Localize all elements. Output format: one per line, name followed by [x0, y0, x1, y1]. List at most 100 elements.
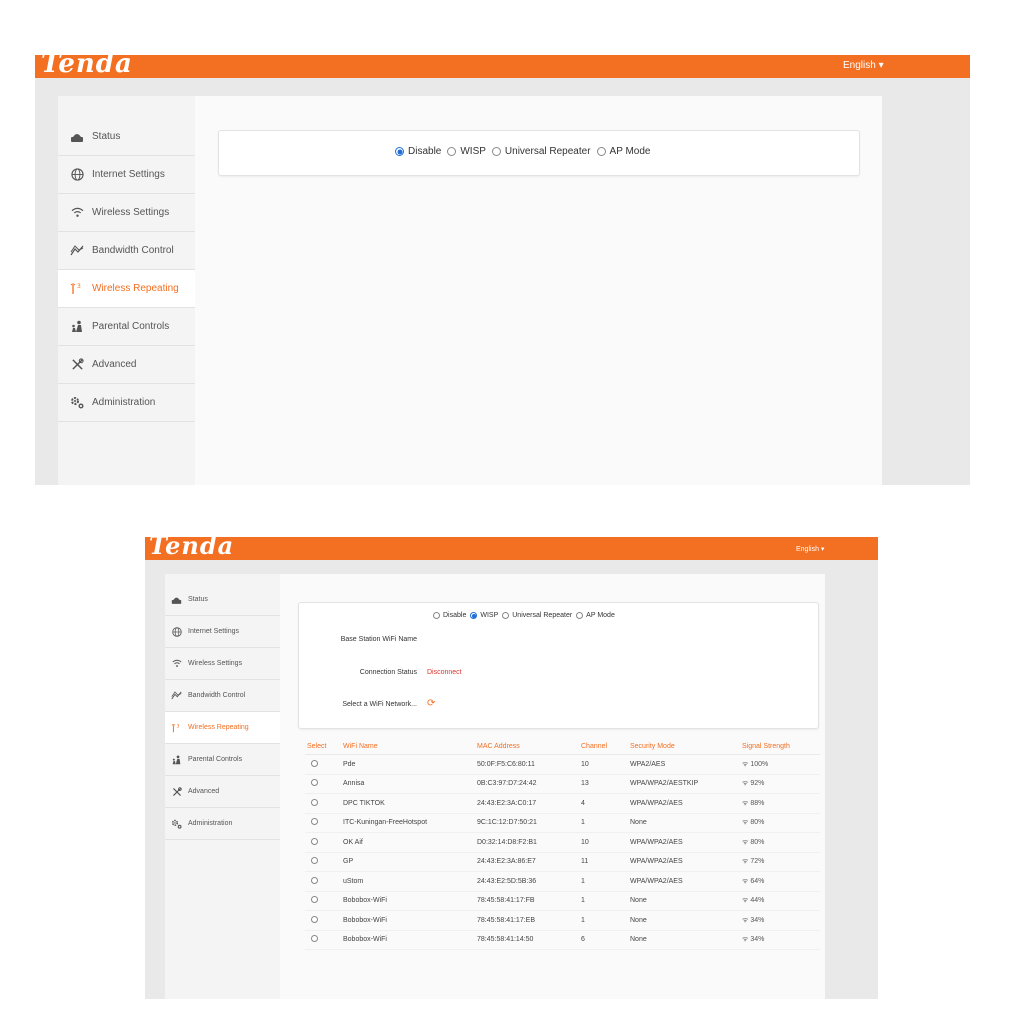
sidebar-item-parental-controls[interactable]: Parental Controls	[58, 308, 195, 346]
row-select-radio[interactable]	[311, 837, 318, 845]
radio-label-universal-repeater: Universal Repeater	[504, 146, 591, 157]
row-select-radio[interactable]	[311, 759, 318, 767]
channel: 6	[579, 930, 628, 950]
row-select-radio[interactable]	[311, 935, 318, 943]
mac-address: 78:45:58:41:17:EB	[475, 910, 579, 931]
table-row[interactable]: GP 24:43:E2:3A:86:E7 11 WPA/WPA2/AES ᯤ 72%	[305, 852, 820, 872]
security-mode: None	[628, 813, 740, 833]
row-select-radio[interactable]	[311, 896, 318, 904]
radio-universal-repeater[interactable]	[491, 147, 501, 156]
security-mode: None	[628, 891, 740, 911]
table-row[interactable]: Bobobox-WiFi 78:45:58:41:17:FB 1 None ᯤ 44%	[305, 891, 820, 911]
channel: 1	[579, 813, 628, 833]
sidebar-item-wireless-settings[interactable]: Wireless Settings	[165, 648, 280, 680]
security-mode: WPA2/AES	[628, 754, 740, 775]
main-panel: Status Internet Settings Wireless Settin…	[58, 96, 882, 485]
sidebar-item-label: Status	[188, 596, 208, 603]
channel: 1	[579, 910, 628, 931]
sidebar-item-bandwidth-control[interactable]: Bandwidth Control	[165, 680, 280, 712]
mac-address: 9C:1C:12:D7:50:21	[475, 813, 579, 833]
wifi-icon	[70, 206, 84, 220]
table-row[interactable]: Annisa 0B:C3:97:D7:24:42 13 WPA/WPA2/AESTKI…	[305, 774, 820, 794]
channel: 10	[579, 754, 628, 775]
radio-disable[interactable]	[395, 147, 404, 156]
sidebar-item-status[interactable]: Status	[58, 118, 195, 156]
table-row[interactable]: DPC TIKTOK 24:43:E2:3A:C0:17 4 WPA/WPA2/AES…	[305, 793, 820, 814]
sidebar-item-label: Administration	[92, 397, 156, 408]
sidebar-item-label: Advanced	[188, 788, 220, 795]
table-row[interactable]: Bobobox-WiFi 78:45:58:41:17:EB 1 None ᯤ 34%	[305, 910, 820, 931]
repeater-antenna-icon: 3	[70, 282, 84, 296]
sidebar-item-status[interactable]: Status	[165, 584, 280, 616]
sidebar-item-administration[interactable]: Administration	[165, 808, 280, 840]
mac-address: D0:32:14:D8:F2:B1	[475, 832, 579, 853]
row-select-radio[interactable]	[311, 915, 318, 923]
signal-strength: 64%	[750, 877, 765, 885]
table-row[interactable]: Bobobox-WiFi 78:45:58:41:14:50 6 None ᯤ 34%	[305, 930, 820, 950]
wifi-name: Bobobox-WiFi	[341, 930, 475, 950]
sidebar-item-wireless-settings[interactable]: Wireless Settings	[58, 194, 195, 232]
status-icon	[70, 130, 84, 144]
security-mode: WPA/WPA2/AESTKIP	[628, 774, 740, 794]
signal-strength: 34%	[750, 936, 765, 944]
sidebar-item-label: Wireless Repeating	[92, 283, 179, 294]
row-select-radio[interactable]	[311, 857, 318, 865]
row-select-radio[interactable]	[311, 798, 318, 806]
table-row[interactable]: uStom 24:43:E2:5D:5B:36 1 WPA/WPA2/AES ᯤ 64%	[305, 871, 820, 892]
language-selector[interactable]: English ▾	[843, 60, 884, 71]
sidebar-item-label: Parental Controls	[92, 321, 170, 332]
sidebar-item-advanced[interactable]: Advanced	[58, 346, 195, 384]
sidebar-item-wireless-repeating[interactable]: 3 Wireless Repeating	[58, 270, 195, 308]
security-mode: WPA/WPA2/AES	[628, 793, 740, 814]
table-row[interactable]: Pde 50:0F:F5:C6:80:11 10 WPA2/AES ᯤ 100%	[305, 754, 820, 775]
radio-label-wisp: WISP	[480, 612, 499, 619]
security-mode: WPA/WPA2/AES	[628, 871, 740, 892]
table-row[interactable]: OK Aif D0:32:14:D8:F2:B1 10 WPA/WPA2/AES ᯤ 8…	[305, 832, 820, 853]
channel: 13	[579, 774, 628, 794]
radio-wisp[interactable]	[470, 612, 478, 619]
language-selector[interactable]: English ▾	[796, 545, 824, 553]
sidebar-item-advanced[interactable]: Advanced	[165, 776, 280, 808]
sidebar-item-internet-settings[interactable]: Internet Settings	[165, 616, 280, 648]
radio-ap-mode[interactable]	[576, 612, 584, 619]
content-area: Disable WISP Universal Repeater AP Mode	[195, 96, 882, 485]
radio-disable[interactable]	[433, 612, 440, 619]
column-header-signal-strength: Signal Strength	[740, 738, 820, 755]
row-select-radio[interactable]	[311, 876, 318, 884]
sidebar-item-label: Bandwidth Control	[92, 245, 174, 256]
wifi-name: Annisa	[341, 774, 475, 794]
row-select-radio[interactable]	[311, 779, 318, 787]
signal-strength: 72%	[750, 858, 765, 866]
wifi-name: Bobobox-WiFi	[341, 910, 475, 931]
tools-icon	[171, 786, 182, 797]
mac-address: 0B:C3:97:D7:24:42	[475, 774, 579, 794]
select-network-label: Select a WiFi Network...	[342, 701, 417, 708]
sidebar-item-label: Wireless Settings	[92, 207, 170, 218]
gear-icon	[70, 396, 84, 410]
radio-label-wisp: WISP	[460, 146, 486, 157]
radio-wisp[interactable]	[447, 147, 457, 156]
sidebar-item-bandwidth-control[interactable]: Bandwidth Control	[58, 232, 195, 270]
bandwidth-icon	[171, 690, 182, 701]
parental-icon	[70, 320, 84, 334]
row-select-radio[interactable]	[311, 818, 318, 826]
sidebar-item-wireless-repeating[interactable]: 3 Wireless Repeating	[165, 712, 280, 744]
signal-strength: 92%	[750, 780, 765, 788]
sidebar-item-parental-controls[interactable]: Parental Controls	[165, 744, 280, 776]
sidebar-item-administration[interactable]: Administration	[58, 384, 195, 422]
mac-address: 24:43:E2:3A:C0:17	[475, 793, 579, 814]
table-row[interactable]: ITC-Kuningan-FreeHotspot 9C:1C:12:D7:50:2…	[305, 813, 820, 833]
refresh-icon[interactable]: ⟳	[427, 698, 435, 709]
content-area: Disable WISP Universal Repeater AP Mode …	[280, 574, 825, 999]
radio-universal-repeater[interactable]	[502, 612, 510, 619]
radio-ap-mode[interactable]	[596, 147, 606, 156]
wisp-settings-card: Disable WISP Universal Repeater AP Mode …	[298, 602, 819, 729]
status-icon	[171, 594, 182, 605]
mac-address: 78:45:58:41:14:50	[475, 930, 579, 950]
security-mode: None	[628, 930, 740, 950]
top-bar: Tenda English ▾	[145, 537, 878, 560]
signal-strength: 100%	[750, 760, 769, 768]
sidebar-item-internet-settings[interactable]: Internet Settings	[58, 156, 195, 194]
signal-strength: 80%	[750, 819, 765, 827]
connection-status-label: Connection Status	[359, 669, 417, 676]
